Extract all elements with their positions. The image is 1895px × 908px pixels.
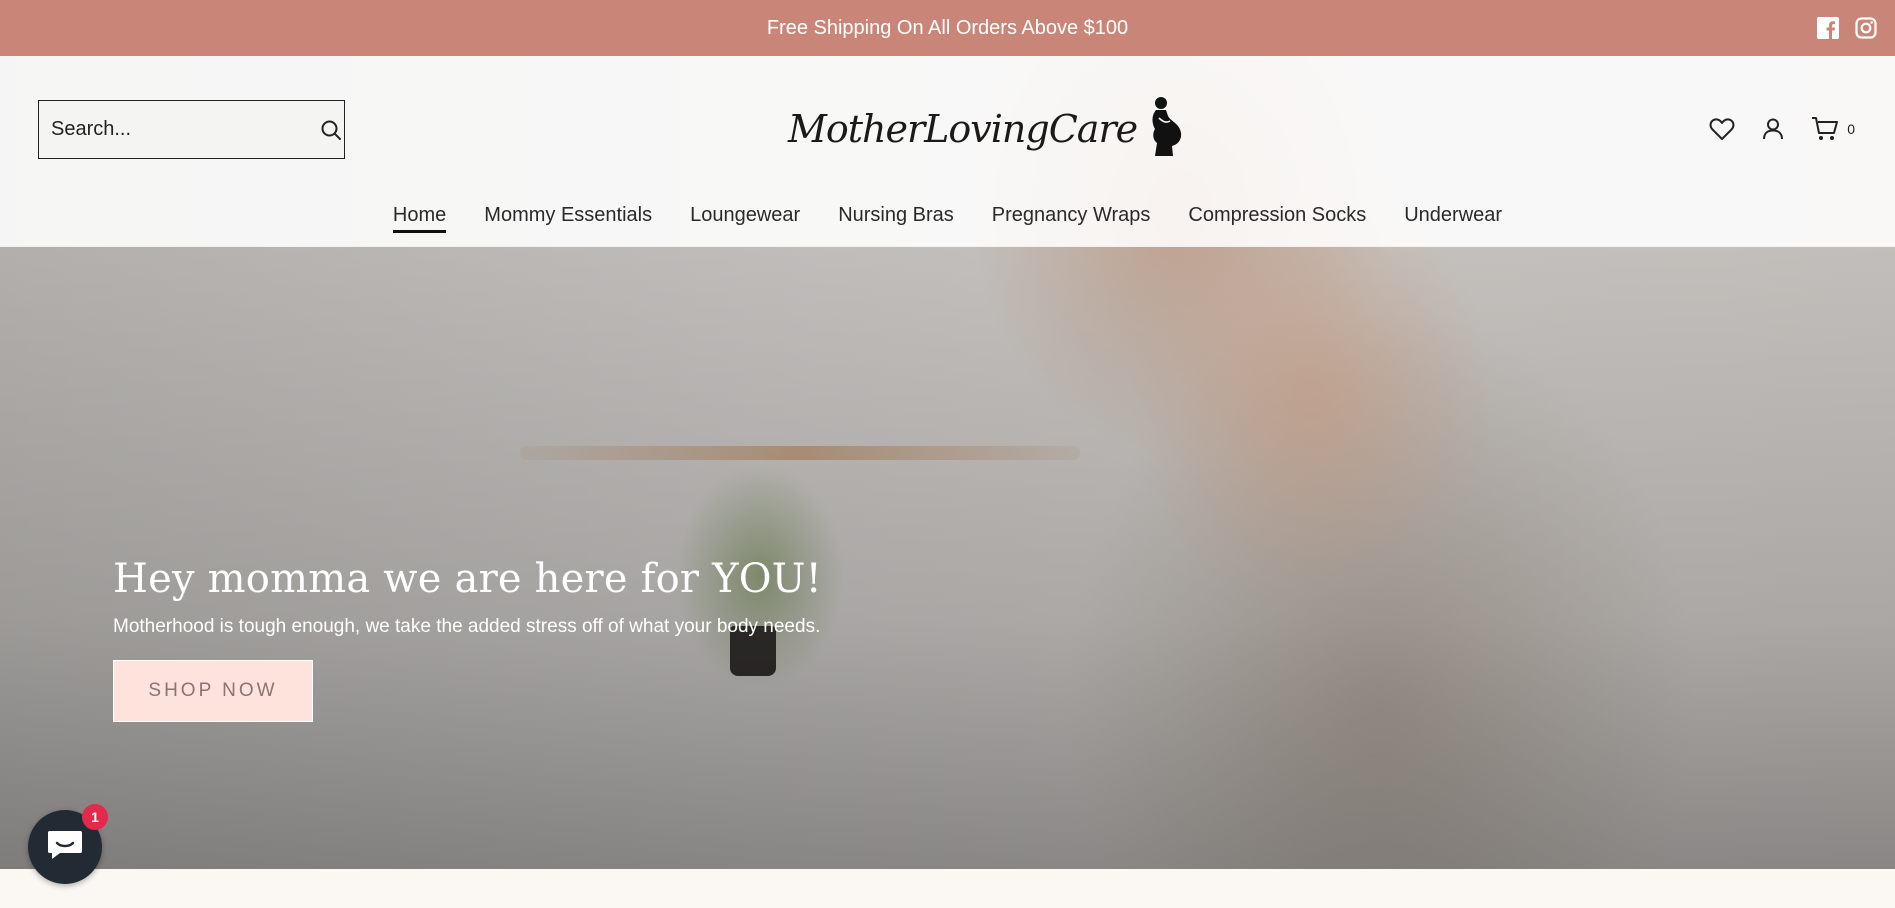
- facebook-icon[interactable]: [1817, 17, 1839, 39]
- chat-bubble-icon: [46, 828, 84, 867]
- hero-content: Hey momma we are here for YOU! Motherhoo…: [113, 556, 822, 722]
- logo-text: MotherLovingCare: [788, 107, 1138, 151]
- cart-icon: [1812, 117, 1839, 140]
- nav-item-mommy-essentials[interactable]: Mommy Essentials: [484, 204, 652, 233]
- search-input[interactable]: [39, 100, 318, 159]
- nav-item-home[interactable]: Home: [392, 204, 447, 233]
- social-links: [1817, 0, 1877, 56]
- instagram-icon[interactable]: [1855, 17, 1877, 39]
- chat-unread-badge: 1: [82, 804, 108, 830]
- hero-subtitle: Motherhood is tough enough, we take the …: [113, 616, 821, 637]
- main-nav: Home Mommy Essentials Loungewear Nursing…: [0, 204, 1895, 233]
- search-box: [38, 100, 345, 159]
- announcement-bar: Free Shipping On All Orders Above $100: [0, 0, 1895, 56]
- chat-launcher-button[interactable]: 1: [28, 804, 108, 884]
- nav-item-nursing-bras[interactable]: Nursing Bras: [838, 204, 954, 233]
- shop-now-button[interactable]: SHOP NOW: [113, 660, 313, 722]
- nav-item-compression-socks[interactable]: Compression Socks: [1188, 204, 1366, 233]
- pregnant-mother-icon: [1143, 96, 1185, 163]
- cart-count: 0: [1847, 121, 1855, 137]
- wishlist-heart-icon[interactable]: [1709, 117, 1735, 141]
- announcement-text: Free Shipping On All Orders Above $100: [766, 16, 1129, 39]
- header-actions: 0: [1709, 116, 1855, 142]
- nav-item-underwear[interactable]: Underwear: [1404, 204, 1502, 233]
- nav-item-loungewear[interactable]: Loungewear: [690, 204, 800, 233]
- search-icon[interactable]: [318, 119, 344, 141]
- nav-item-pregnancy-wraps[interactable]: Pregnancy Wraps: [992, 204, 1151, 233]
- hero-title: Hey momma we are here for YOU!: [113, 556, 822, 602]
- cart-button[interactable]: 0: [1811, 116, 1855, 142]
- account-icon[interactable]: [1761, 117, 1785, 141]
- site-logo[interactable]: MotherLovingCare: [788, 94, 1185, 164]
- site-header: MotherLovingCare 0 Home Mommy Essentials…: [0, 56, 1895, 247]
